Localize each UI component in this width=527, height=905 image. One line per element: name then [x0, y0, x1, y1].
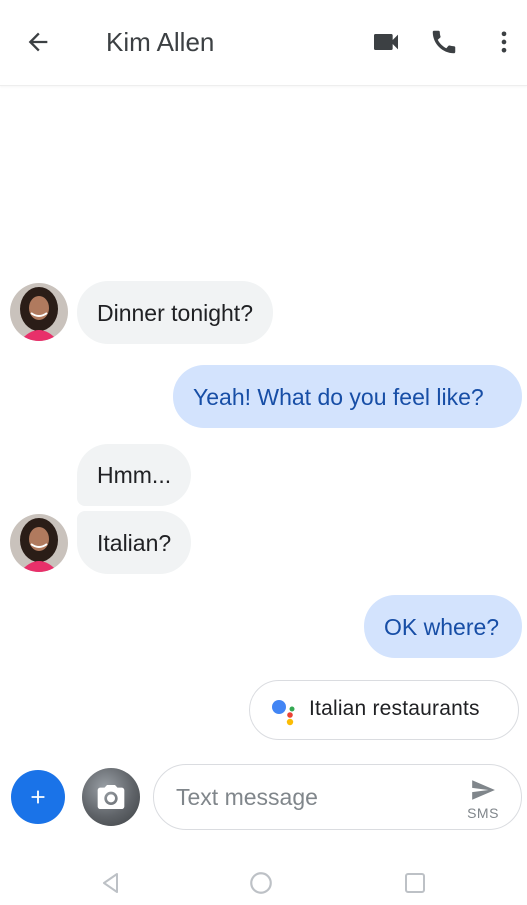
- nav-back-icon: [103, 873, 118, 893]
- suggestion-chip[interactable]: Italian restaurants: [249, 680, 519, 740]
- contact-avatar[interactable]: [10, 514, 68, 572]
- outgoing-message[interactable]: Yeah! What do you feel like?: [173, 365, 522, 428]
- more-options-button[interactable]: [484, 22, 524, 62]
- add-attachment-button[interactable]: [11, 770, 65, 824]
- contact-avatar[interactable]: [10, 283, 68, 341]
- send-sms-button[interactable]: SMS: [463, 777, 503, 821]
- incoming-message[interactable]: Italian?: [77, 511, 192, 574]
- nav-home-button[interactable]: [246, 868, 276, 898]
- system-nav-bar: [0, 860, 527, 905]
- sms-label: SMS: [467, 805, 499, 821]
- incoming-message[interactable]: Dinner tonight?: [77, 281, 273, 344]
- nav-home-icon: [250, 872, 272, 894]
- message-input[interactable]: [176, 779, 446, 815]
- nav-back-button[interactable]: [96, 868, 126, 898]
- contact-photo-icon: [10, 283, 68, 341]
- incoming-message[interactable]: Hmm...: [77, 444, 192, 506]
- arrow-back-icon: [28, 32, 48, 52]
- camera-icon: [97, 785, 125, 809]
- conversation-title: Kim Allen: [106, 27, 215, 57]
- phone-call-button[interactable]: [424, 22, 464, 62]
- send-icon: [472, 780, 495, 800]
- videocam-icon: [374, 34, 398, 50]
- camera-button[interactable]: [82, 768, 140, 826]
- contact-photo-icon: [10, 514, 68, 572]
- nav-recents-icon: [405, 873, 425, 893]
- outgoing-message[interactable]: OK where?: [364, 595, 522, 658]
- suggestion-chip-label: Italian restaurants: [309, 697, 480, 720]
- video-call-button[interactable]: [366, 22, 406, 62]
- plus-icon: [31, 790, 45, 804]
- nav-recents-button[interactable]: [400, 868, 430, 898]
- more-vert-icon: [501, 31, 507, 53]
- compose-box: SMS: [153, 764, 522, 830]
- google-assistant-icon: [272, 700, 295, 726]
- app-bar: Kim Allen: [0, 0, 527, 86]
- back-button[interactable]: [18, 22, 58, 62]
- phone-icon: [432, 30, 456, 54]
